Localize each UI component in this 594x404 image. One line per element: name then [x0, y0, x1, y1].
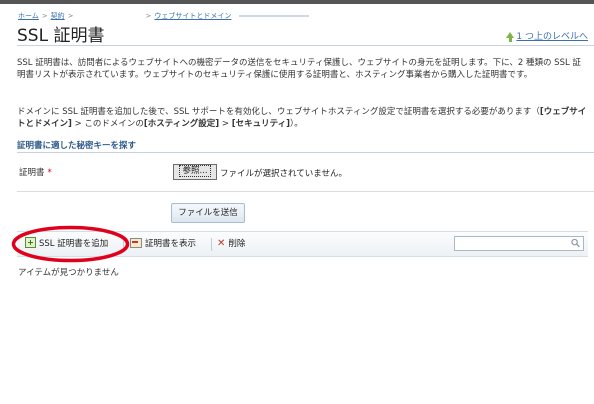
up-arrow-icon-stem [509, 37, 513, 42]
intro-text: > [219, 119, 232, 129]
delete-icon: ✕ [217, 238, 226, 249]
browse-button[interactable]: 参照... [173, 164, 217, 180]
toolbar-separator [123, 238, 124, 251]
browse-button-label: 参照... [179, 165, 211, 177]
delete-button-label: 削除 [228, 239, 246, 249]
breadcrumb-separator: > [41, 12, 48, 20]
submit-file-button[interactable]: ファイルを送信 [171, 203, 245, 223]
page-title: SSL 証明書 [17, 26, 105, 46]
up-level-link-wrap: 1 つ上のレベルへ [506, 29, 588, 42]
breadcrumb-contract[interactable]: 契約 [51, 12, 65, 20]
breadcrumb-separator: > [67, 12, 74, 20]
intro-text: ドメインに SSL 証明書を追加した後で、SSL サポートを有効化し、ウェブサイ… [17, 107, 540, 117]
intro-hosting-settings: [ホスティング設定] [143, 119, 220, 129]
delete-button[interactable]: ✕ 削除 [217, 237, 245, 249]
view-certificate-button[interactable]: 証明書を表示 [130, 237, 196, 249]
section-title: 証明書に適した秘密キーを探す [17, 141, 137, 151]
breadcrumb: ホーム > 契約 > > ウェブサイトとドメイン [18, 11, 310, 21]
section-divider [17, 152, 594, 153]
certificate-label-text: 証明書 [19, 168, 45, 178]
view-button-label: 証明書を表示 [145, 239, 197, 249]
breadcrumb-home[interactable]: ホーム [18, 12, 39, 20]
view-certificate-icon [130, 238, 142, 248]
add-ssl-certificate-button[interactable]: SSL 証明書を追加 [25, 237, 108, 249]
title-divider [17, 45, 594, 46]
top-bar [0, 0, 594, 4]
intro-paragraph-1: SSL 証明書は、訪問者によるウェブサイトへの機密データの送信をセキュリティ保護… [17, 58, 581, 80]
empty-list-message: アイテムが見つかりません [18, 268, 119, 278]
breadcrumb-separator: > [145, 12, 152, 20]
certificate-toolbar: SSL 証明書を追加 証明書を表示 ✕ 削除 [17, 231, 588, 257]
up-level-link[interactable]: 1 つ上のレベルへ [516, 32, 588, 42]
toolbar-separator [211, 238, 212, 251]
intro-security: [セキュリティ] [231, 119, 290, 129]
breadcrumb-websites[interactable]: ウェブサイトとドメイン [154, 12, 231, 20]
add-certificate-icon [25, 237, 36, 248]
search-input[interactable] [454, 236, 584, 251]
required-mark: * [47, 168, 52, 178]
intro-paragraph-2: ドメインに SSL 証明書を追加した後で、SSL サポートを有効化し、ウェブサイ… [17, 106, 587, 130]
search-icon[interactable] [571, 238, 580, 248]
no-file-text: ファイルが選択されていません。 [220, 169, 347, 179]
breadcrumb-redacted [239, 15, 310, 17]
certificate-field-label: 証明書 * [19, 166, 52, 178]
intro-text: ）。 [289, 119, 303, 129]
form-divider [17, 191, 594, 192]
intro-text: > このドメインの [71, 119, 144, 129]
add-button-label: SSL 証明書を追加 [39, 239, 109, 249]
